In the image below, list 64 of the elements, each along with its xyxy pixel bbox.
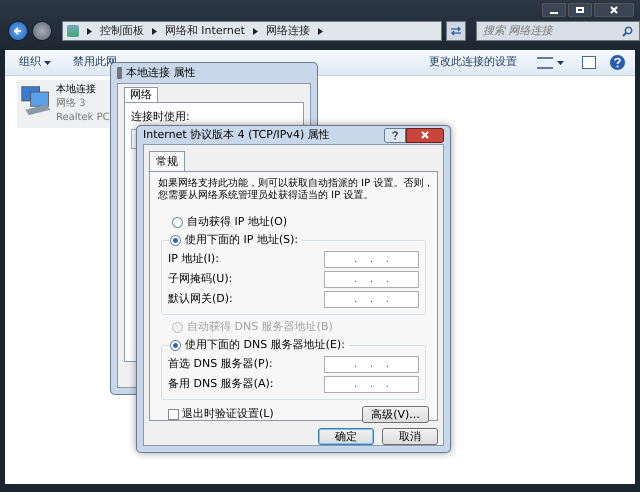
field-label: 子网掩码(U): xyxy=(168,271,232,288)
back-button[interactable] xyxy=(8,21,28,41)
chevron-icon xyxy=(318,28,323,34)
forward-button[interactable] xyxy=(32,21,52,41)
ip-address-field[interactable]: . . . xyxy=(324,291,419,308)
tab[interactable]: 网络 xyxy=(124,87,158,102)
breadcrumb-item[interactable]: 网络连接 xyxy=(266,22,310,40)
dialog-title: Internet 协议版本 4 (TCP/IPv4) 属性 xyxy=(143,126,330,143)
radio-label: 使用下面的 IP 地址(S): xyxy=(185,232,298,248)
minimize-button[interactable] xyxy=(542,3,566,17)
ip-address-field[interactable]: . . . xyxy=(324,271,419,288)
radio-button[interactable] xyxy=(170,235,181,246)
caret-icon[interactable] xyxy=(557,60,564,64)
help-button[interactable] xyxy=(384,128,406,142)
tab[interactable]: 常规 xyxy=(149,151,185,171)
radio-label: 使用下面的 DNS 服务器地址(E): xyxy=(185,337,345,354)
chevron-icon xyxy=(152,28,157,34)
question-mark-icon xyxy=(392,130,398,140)
advanced-button[interactable]: 高级(V)... xyxy=(362,406,429,423)
field-label: 默认网关(D): xyxy=(168,291,233,308)
address-bar[interactable]: 控制面板 网络和 Internet 网络连接 xyxy=(62,21,442,41)
radio-button[interactable] xyxy=(172,217,183,228)
connection-network: 网络 3 xyxy=(56,97,87,111)
control-panel-icon xyxy=(66,25,79,37)
field-label: 连接时使用: xyxy=(131,110,190,123)
breadcrumb-item[interactable]: 网络和 Internet xyxy=(164,22,245,40)
chevron-icon xyxy=(253,28,258,34)
field-label: 备用 DNS 服务器(A): xyxy=(168,376,274,392)
close-button[interactable] xyxy=(594,3,634,17)
toolbar-button[interactable]: 组织 xyxy=(19,54,51,71)
close-button[interactable] xyxy=(406,128,444,142)
radio-label: 自动获得 IP 地址(O) xyxy=(187,214,288,230)
ip-address-field[interactable]: . . . xyxy=(324,251,419,268)
connection-item[interactable]: 本地连接 网络 3 Realtek PC xyxy=(17,80,110,128)
ip-address-field[interactable]: . . . xyxy=(324,356,419,373)
connection-adapter: Realtek PC xyxy=(56,111,110,125)
chevron-icon xyxy=(86,28,92,34)
radio-label: 自动获得 DNS 服务器地址(B) xyxy=(187,319,333,336)
ip-address-field[interactable]: . . . xyxy=(324,376,419,393)
checkbox-label: 退出时验证设置(L) xyxy=(182,406,274,422)
preview-pane-icon[interactable] xyxy=(582,56,596,69)
toolbar-button[interactable]: 更改此连接的设置 xyxy=(429,54,517,71)
close-icon xyxy=(421,131,429,139)
radio-button[interactable] xyxy=(170,340,181,351)
arrow-left-icon xyxy=(12,26,23,36)
refresh-button[interactable] xyxy=(446,21,466,41)
network-adapter-icon xyxy=(20,83,52,117)
caret-icon xyxy=(44,60,51,64)
description-text: 如果网络支持此功能，则可以获取自动指派的 IP 设置。否则，您需要从网络系统管理员处获得适当的 IP 设置。 xyxy=(158,178,434,202)
close-icon xyxy=(610,6,618,14)
breadcrumb-item[interactable]: 控制面板 xyxy=(100,22,144,40)
dialog-button[interactable]: 取消 xyxy=(382,428,438,445)
dialog-button[interactable]: 确定 xyxy=(318,428,374,445)
dialog-title: 本地连接 属性 xyxy=(126,64,196,81)
connection-icon xyxy=(117,67,122,79)
refresh-icon xyxy=(450,26,462,36)
search-icon xyxy=(622,26,633,36)
connection-name: 本地连接 xyxy=(56,83,97,97)
help-icon[interactable] xyxy=(610,55,625,70)
view-options-icon[interactable] xyxy=(537,56,553,68)
maximize-button[interactable] xyxy=(568,3,592,17)
checkbox[interactable] xyxy=(168,409,179,420)
field-label: IP 地址(I): xyxy=(168,251,219,268)
field-label: 首选 DNS 服务器(P): xyxy=(168,356,273,372)
